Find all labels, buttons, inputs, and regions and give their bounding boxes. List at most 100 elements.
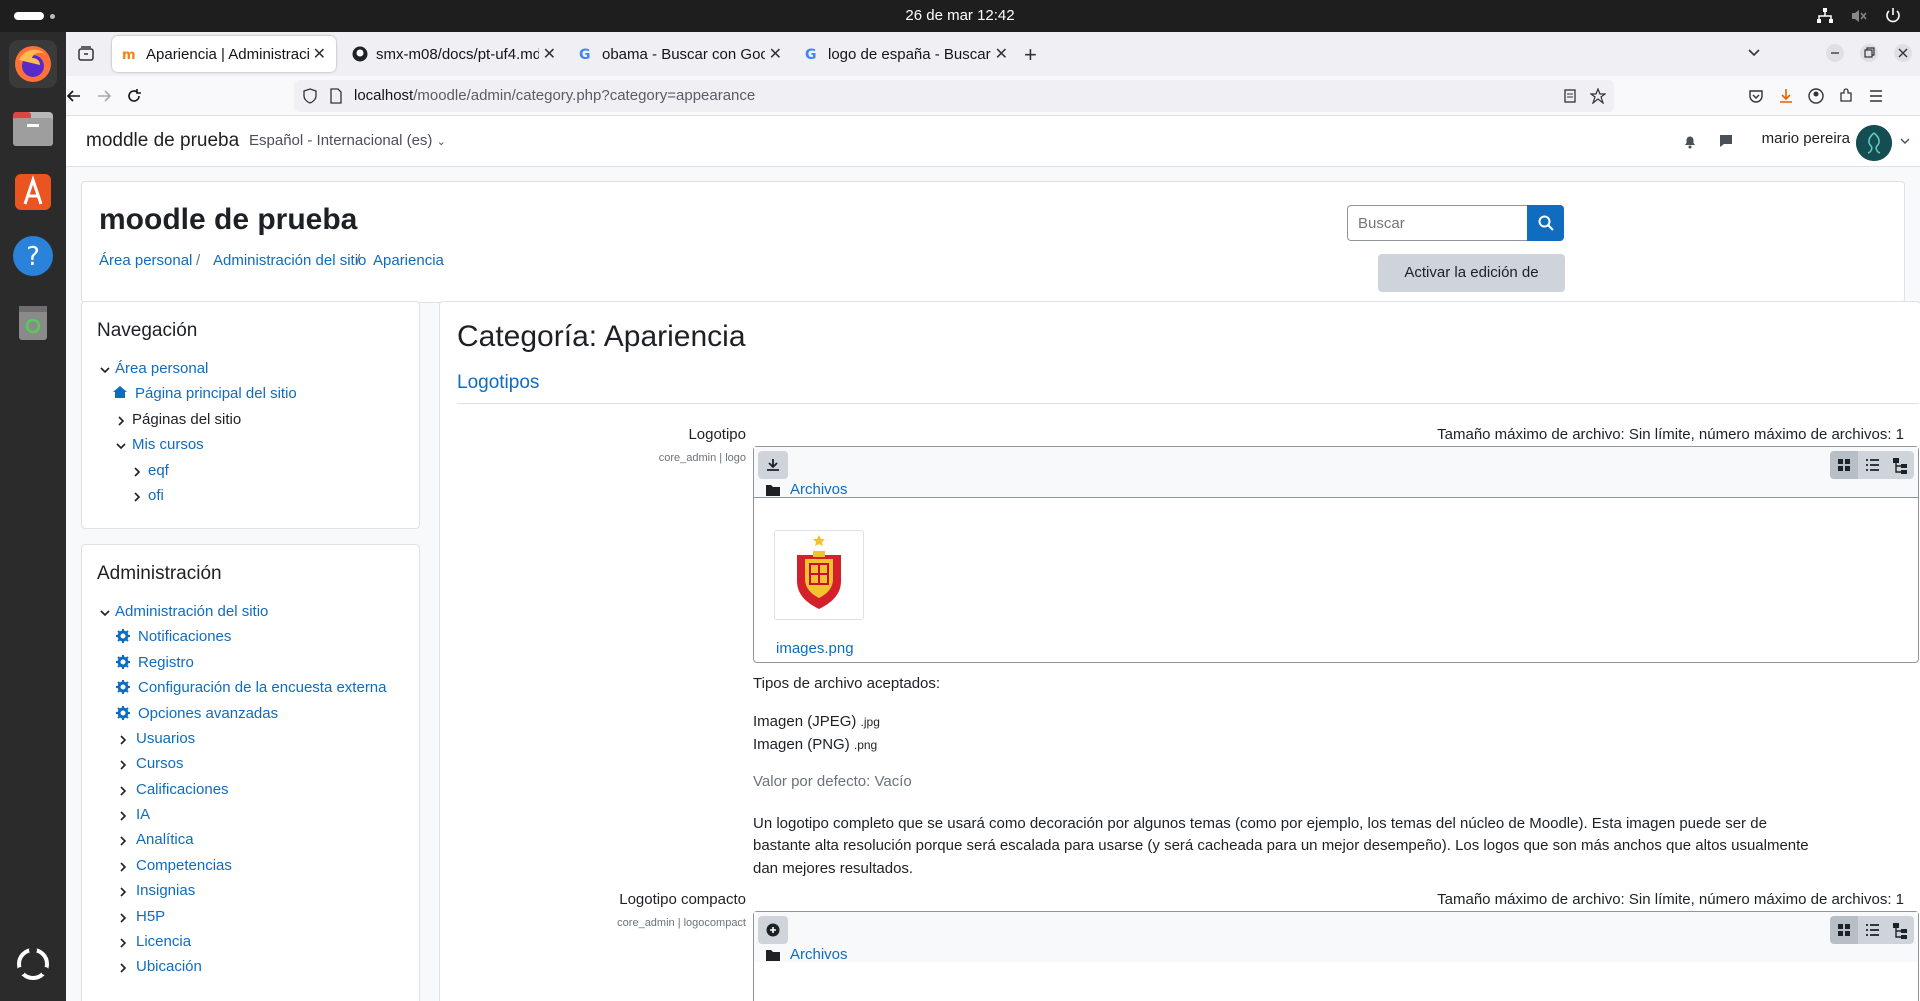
tab-obama[interactable]: G obama - Buscar con Google ✕ xyxy=(568,36,792,72)
account-icon[interactable] xyxy=(1808,88,1824,104)
chevron-right-icon[interactable] xyxy=(117,886,129,898)
download-button[interactable] xyxy=(758,451,788,479)
chevron-right-icon[interactable] xyxy=(131,491,143,503)
list-view-icon[interactable] xyxy=(1858,916,1886,944)
notifications-bell-icon[interactable] xyxy=(1682,133,1698,149)
tab-close-icon[interactable]: ✕ xyxy=(313,44,326,64)
chevron-right-icon[interactable] xyxy=(117,835,129,847)
section-title-logotipos[interactable]: Logotipos xyxy=(457,372,539,394)
chevron-down-icon[interactable] xyxy=(99,607,111,619)
tracking-shield-icon[interactable] xyxy=(302,88,318,104)
tree-view-icon[interactable] xyxy=(1886,451,1914,479)
avatar[interactable] xyxy=(1856,125,1892,161)
add-file-button[interactable] xyxy=(758,916,788,944)
edit-blocks-button[interactable]: Activar la edición de bloques xyxy=(1378,254,1565,319)
chevron-down-icon[interactable] xyxy=(99,364,111,376)
admin-h5p[interactable]: H5P xyxy=(136,908,165,925)
grid-view-icon[interactable] xyxy=(1830,916,1858,944)
breadcrumb-area-personal[interactable]: Área personal xyxy=(99,252,192,269)
user-menu-chevron-icon[interactable] xyxy=(1900,136,1910,146)
tree-view-icon[interactable] xyxy=(1886,916,1914,944)
reader-view-icon[interactable] xyxy=(1562,88,1578,104)
forward-icon[interactable] xyxy=(96,88,112,104)
folder-link[interactable]: Archivos xyxy=(790,946,848,963)
power-icon[interactable] xyxy=(1884,7,1902,25)
admin-notificaciones[interactable]: Notificaciones xyxy=(138,628,231,645)
tab-close-icon[interactable]: ✕ xyxy=(543,44,556,64)
back-icon[interactable] xyxy=(66,88,82,104)
file-thumbnail[interactable] xyxy=(774,530,864,620)
tab-github[interactable]: smx-m08/docs/pt-uf4.md ✕ xyxy=(342,36,566,72)
admin-registro[interactable]: Registro xyxy=(138,654,194,671)
tab-overview-icon[interactable] xyxy=(76,44,96,64)
nav-course-ofi[interactable]: ofi xyxy=(148,487,164,504)
chevron-right-icon[interactable] xyxy=(117,759,129,771)
admin-competencias[interactable]: Competencias xyxy=(136,857,232,874)
system-tray[interactable] xyxy=(1816,7,1902,25)
new-tab-icon[interactable]: + xyxy=(1024,42,1037,68)
minimize-icon[interactable] xyxy=(1826,44,1844,62)
view-mode-buttons[interactable] xyxy=(1830,451,1914,479)
admin-usuarios[interactable]: Usuarios xyxy=(136,730,195,747)
files-icon[interactable] xyxy=(9,104,57,152)
app-center-icon[interactable] xyxy=(9,168,57,216)
chevron-right-icon[interactable] xyxy=(117,785,129,797)
help-icon[interactable]: ? xyxy=(9,232,57,280)
breadcrumb-admin[interactable]: Administración del sitio xyxy=(213,252,366,269)
downloads-icon[interactable] xyxy=(1778,88,1794,104)
admin-encuesta-externa[interactable]: Configuración de la encuesta externa xyxy=(138,679,387,696)
view-mode-buttons[interactable] xyxy=(1830,916,1914,944)
breadcrumb-apariencia[interactable]: Apariencia xyxy=(373,252,444,269)
url-bar[interactable]: localhost/moodle/admin/category.php?cate… xyxy=(294,80,1614,112)
extensions-icon[interactable] xyxy=(1838,88,1854,104)
chevron-right-icon[interactable] xyxy=(117,937,129,949)
tab-logo-espana[interactable]: G logo de españa - Buscar con Google ✕ xyxy=(794,36,1018,72)
grid-view-icon[interactable] xyxy=(1830,451,1858,479)
pocket-icon[interactable] xyxy=(1748,88,1764,104)
file-name-link[interactable]: images.png xyxy=(776,640,854,657)
nav-area-personal[interactable]: Área personal xyxy=(115,360,208,377)
site-name-link[interactable]: moddle de prueba xyxy=(86,130,239,152)
menu-icon[interactable] xyxy=(1868,88,1884,104)
chevron-right-icon[interactable] xyxy=(131,466,143,478)
show-apps-icon[interactable] xyxy=(9,940,57,988)
user-name[interactable]: mario pereira xyxy=(1762,130,1850,147)
volume-muted-icon[interactable] xyxy=(1850,7,1868,25)
search-input[interactable] xyxy=(1347,205,1527,241)
chevron-right-icon[interactable] xyxy=(117,962,129,974)
admin-analitica[interactable]: Analítica xyxy=(136,831,194,848)
search-button[interactable] xyxy=(1527,205,1564,241)
admin-ia[interactable]: IA xyxy=(136,806,150,823)
nav-pagina-principal[interactable]: Página principal del sitio xyxy=(135,385,297,402)
firefox-icon[interactable] xyxy=(9,40,57,88)
chevron-right-icon[interactable] xyxy=(117,734,129,746)
messages-icon[interactable] xyxy=(1718,133,1734,149)
nav-paginas-del-sitio[interactable]: Páginas del sitio xyxy=(132,411,241,428)
chevron-right-icon[interactable] xyxy=(117,810,129,822)
tab-close-icon[interactable]: ✕ xyxy=(995,44,1008,64)
folder-link[interactable]: Archivos xyxy=(790,481,848,498)
language-menu[interactable]: Español - Internacional (es) ⌄ xyxy=(249,132,446,149)
bookmark-star-icon[interactable] xyxy=(1590,88,1606,104)
admin-calificaciones[interactable]: Calificaciones xyxy=(136,781,229,798)
page-info-icon[interactable] xyxy=(328,88,344,104)
admin-licencia[interactable]: Licencia xyxy=(136,933,191,950)
chevron-right-icon[interactable] xyxy=(115,415,127,427)
list-all-tabs-icon[interactable] xyxy=(1746,44,1762,60)
admin-opciones-avanzadas[interactable]: Opciones avanzadas xyxy=(138,705,278,722)
tab-close-icon[interactable]: ✕ xyxy=(769,44,782,64)
trash-icon[interactable] xyxy=(9,298,57,346)
chevron-down-icon[interactable] xyxy=(115,440,127,452)
list-view-icon[interactable] xyxy=(1858,451,1886,479)
admin-insignias[interactable]: Insignias xyxy=(136,882,195,899)
nav-mis-cursos[interactable]: Mis cursos xyxy=(132,436,204,453)
tab-apariencia[interactable]: m Apariencia | Administración del sitio … xyxy=(112,36,336,72)
reload-icon[interactable] xyxy=(126,88,142,104)
admin-cursos[interactable]: Cursos xyxy=(136,755,184,772)
nav-course-eqf[interactable]: eqf xyxy=(148,462,169,479)
admin-ubicacion[interactable]: Ubicación xyxy=(136,958,202,975)
chevron-right-icon[interactable] xyxy=(117,861,129,873)
chevron-right-icon[interactable] xyxy=(117,912,129,924)
system-clock[interactable]: 26 de mar 12:42 xyxy=(0,7,1920,24)
network-icon[interactable] xyxy=(1816,7,1834,25)
